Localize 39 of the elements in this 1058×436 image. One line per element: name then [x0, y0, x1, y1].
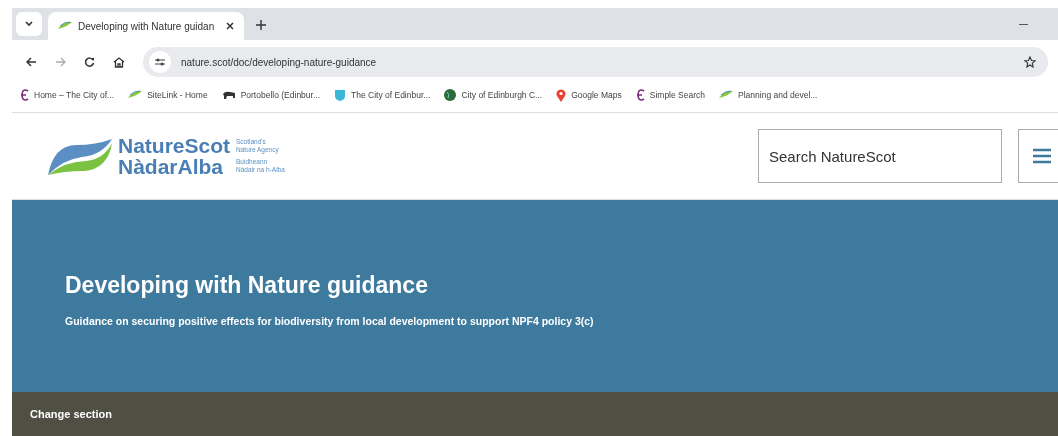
bookmark[interactable]: City of Edinburgh C... [444, 88, 543, 102]
url-text: nature.scot/doc/developing-nature-guidance [181, 55, 378, 70]
address-bar[interactable]: nature.scot/doc/developing-nature-guidance [143, 47, 1048, 77]
change-section-button[interactable]: Change section [30, 405, 112, 423]
page-subtitle: Guidance on securing positive effects for biodiversity from local development to support NPF4 policy 3(c) [65, 314, 595, 330]
tab-list-button[interactable] [16, 12, 42, 36]
curved-e-icon [20, 89, 29, 101]
tab-title: Developing with Nature guidan [78, 19, 216, 34]
bookmark[interactable]: Simple Search [635, 88, 706, 102]
logo-wordmark: NàdarAlba [118, 156, 225, 177]
animal-icon [221, 90, 236, 100]
site-info-button[interactable] [149, 51, 171, 73]
home-icon[interactable] [113, 56, 125, 68]
bookmark[interactable]: Google Maps [556, 88, 622, 102]
page-title: Developing with Nature guidance [65, 270, 429, 300]
bookmark[interactable]: Portobello (Edinbur... [221, 88, 320, 102]
menu-button[interactable] [1018, 129, 1058, 183]
bookmark[interactable]: Home – The City of... [20, 88, 115, 102]
bookmark[interactable]: The City of Edinbur... [334, 88, 431, 102]
sliders-icon [155, 58, 165, 66]
chevron-down-icon [25, 21, 33, 27]
search-field[interactable]: Search NatureScot [758, 129, 1002, 183]
bookmark[interactable]: SiteLink - Home [128, 88, 208, 102]
star-icon[interactable] [1024, 56, 1036, 68]
shield-icon [334, 88, 346, 102]
globe-icon [444, 89, 457, 101]
leaf-icon [58, 21, 72, 31]
new-tab-icon[interactable] [256, 20, 266, 30]
close-icon[interactable] [226, 22, 234, 30]
back-arrow-icon[interactable] [26, 57, 37, 67]
menu-icon [1033, 148, 1051, 164]
logo-wordmark: NatureScot [118, 135, 231, 156]
leaf-icon [719, 90, 734, 100]
map-pin-icon [556, 88, 567, 102]
bookmark[interactable]: Planning and devel... [719, 88, 818, 102]
leaf-icon [128, 90, 143, 100]
reload-icon[interactable] [84, 56, 95, 68]
browser-tab[interactable]: Developing with Nature guidan [48, 12, 244, 40]
curved-e-icon [635, 89, 645, 101]
